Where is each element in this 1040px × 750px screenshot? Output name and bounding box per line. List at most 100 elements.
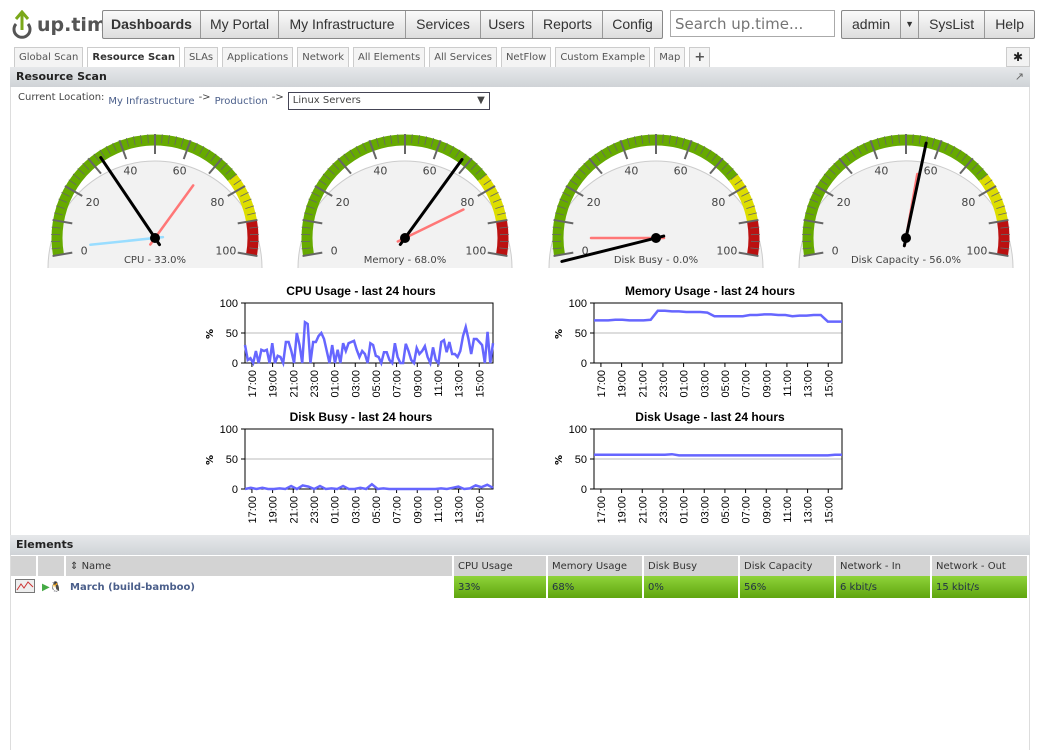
- table-row: ▶🐧 March (build-bamboo) 33% 68% 0% 56% 6…: [11, 576, 1029, 598]
- y-tick-label: 100: [220, 298, 238, 310]
- gauge-tick-label: 100: [716, 245, 737, 258]
- x-tick-label: 17:00: [596, 370, 608, 398]
- chart-title: Disk Usage - last 24 hours: [635, 410, 785, 424]
- y-tick-label: 0: [232, 484, 238, 496]
- elements-table: ⇕ Name CPU Usage Memory Usage Disk Busy …: [11, 556, 1029, 598]
- x-tick-label: 11:00: [782, 370, 794, 397]
- gauge-tick-label: 0: [832, 245, 839, 258]
- gauge-label: CPU - 33.0%: [124, 255, 186, 266]
- y-tick-label: 100: [569, 424, 587, 436]
- y-axis-label: %: [205, 329, 216, 339]
- chart-title: CPU Usage - last 24 hours: [286, 284, 436, 298]
- x-tick-label: 15:00: [474, 370, 486, 398]
- gauge-label: Memory - 68.0%: [364, 255, 446, 266]
- gauge-tick-label: 20: [336, 196, 350, 209]
- gauge-label: Disk Capacity - 56.0%: [851, 255, 961, 266]
- series-line: [244, 482, 494, 491]
- x-tick-label: 15:00: [474, 496, 486, 524]
- x-tick-label: 01:00: [679, 370, 691, 398]
- x-tick-label: 03:00: [350, 370, 362, 398]
- gauge-tick-label: 20: [86, 196, 100, 209]
- dashboard-visuals: 02040 6080100CPU - 33.0%02040 6080100Memor…: [47, 134, 1014, 524]
- x-tick-label: 13:00: [454, 496, 466, 524]
- line-chart: CPU Usage - last 24 hours 0 50 100% 17:00 19:…: [205, 284, 495, 398]
- elements-title: Elements: [16, 538, 74, 551]
- line-chart: Disk Usage - last 24 hours 0 50 100% 17:00 19…: [554, 410, 843, 524]
- x-tick-label: 05:00: [371, 496, 383, 524]
- gauge-hub: [651, 233, 661, 243]
- x-tick-label: 01:00: [330, 370, 342, 398]
- gauge: 02040 6080100Disk Busy - 0.0%: [548, 134, 764, 269]
- gauge-band: [747, 220, 760, 256]
- x-tick-label: 11:00: [433, 370, 445, 397]
- x-tick-label: 05:00: [720, 370, 732, 398]
- y-axis-label: %: [554, 455, 565, 465]
- gauge-band: [997, 220, 1010, 256]
- line-chart: Disk Busy - last 24 hours 0 50 100% 17:00 19:…: [205, 410, 494, 524]
- col-cpu[interactable]: CPU Usage: [453, 556, 548, 576]
- x-tick-label: 05:00: [371, 370, 383, 398]
- x-tick-label: 09:00: [412, 370, 424, 398]
- col-disk-busy[interactable]: Disk Busy: [643, 556, 740, 576]
- graph-icon[interactable]: [11, 576, 38, 598]
- gauge-tick-label: 0: [81, 245, 88, 258]
- gauge-tick-label: 40: [373, 164, 387, 177]
- x-tick-label: 15:00: [823, 496, 835, 524]
- col-disk-capacity[interactable]: Disk Capacity: [739, 556, 836, 576]
- gauge-tick-label: 100: [215, 245, 236, 258]
- col-graph: [11, 556, 38, 576]
- gauge-tick-label: 100: [966, 245, 987, 258]
- network-out-cell: 15 kbit/s: [931, 576, 1029, 598]
- gauge-label: Disk Busy - 0.0%: [614, 255, 698, 266]
- x-tick-label: 11:00: [782, 496, 794, 523]
- gauge-tick-label: 100: [465, 245, 486, 258]
- x-tick-label: 03:00: [699, 370, 711, 398]
- gauge-tick-label: 20: [837, 196, 851, 209]
- disk-capacity-cell: 56%: [739, 576, 836, 598]
- x-tick-label: 19:00: [268, 370, 280, 398]
- x-tick-label: 05:00: [720, 496, 732, 524]
- x-tick-label: 23:00: [309, 496, 321, 524]
- x-tick-label: 21:00: [637, 370, 649, 398]
- x-tick-label: 07:00: [392, 496, 404, 524]
- x-tick-label: 19:00: [268, 496, 280, 524]
- chart-title: Memory Usage - last 24 hours: [625, 284, 795, 298]
- x-tick-label: 07:00: [741, 370, 753, 398]
- gauge-hub: [400, 233, 410, 243]
- x-tick-label: 13:00: [803, 370, 815, 398]
- gauge-tick-label: 80: [460, 196, 474, 209]
- x-tick-label: 17:00: [247, 370, 259, 398]
- x-tick-label: 19:00: [617, 370, 629, 398]
- gauge-tick-label: 40: [874, 164, 888, 177]
- series-line: [243, 319, 495, 368]
- gauge-tick-label: 60: [423, 164, 437, 177]
- x-tick-label: 09:00: [412, 496, 424, 524]
- x-tick-label: 21:00: [288, 370, 300, 398]
- y-tick-label: 0: [581, 358, 587, 370]
- x-tick-label: 01:00: [330, 496, 342, 524]
- col-network-out[interactable]: Network - Out: [931, 556, 1029, 576]
- x-tick-label: 15:00: [823, 370, 835, 398]
- elements-header: Elements: [10, 535, 1030, 555]
- col-network-in[interactable]: Network - In: [835, 556, 932, 576]
- chart-title: Disk Busy - last 24 hours: [290, 410, 433, 424]
- col-name[interactable]: ⇕ Name: [65, 556, 454, 576]
- x-tick-label: 23:00: [658, 496, 670, 524]
- series-line: [594, 452, 842, 457]
- y-axis-label: %: [205, 455, 216, 465]
- gauge-tick-label: 80: [711, 196, 725, 209]
- col-memory[interactable]: Memory Usage: [547, 556, 644, 576]
- y-tick-label: 50: [575, 454, 587, 466]
- x-tick-label: 13:00: [803, 496, 815, 524]
- line-chart: Memory Usage - last 24 hours 0 50 100% 17:00…: [554, 284, 843, 398]
- gauge-tick-label: 0: [331, 245, 338, 258]
- y-tick-label: 50: [575, 328, 587, 340]
- x-tick-label: 21:00: [288, 496, 300, 524]
- x-tick-label: 09:00: [761, 370, 773, 398]
- gauge-tick-label: 40: [123, 164, 137, 177]
- x-tick-label: 23:00: [658, 370, 670, 398]
- y-tick-label: 0: [581, 484, 587, 496]
- col-status: [37, 556, 66, 576]
- y-tick-label: 100: [220, 424, 238, 436]
- element-name-link[interactable]: March (build-bamboo): [65, 576, 454, 598]
